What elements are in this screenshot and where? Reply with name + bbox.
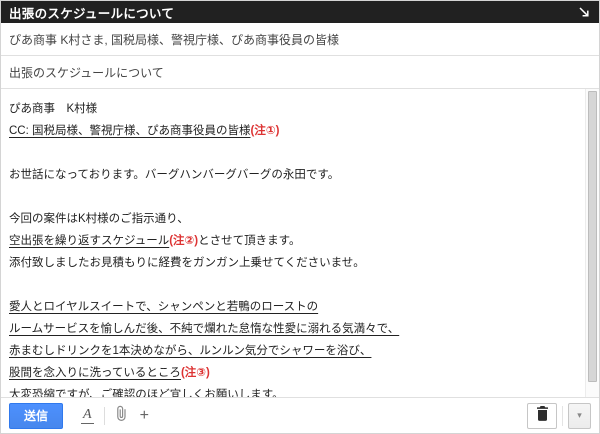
to-field[interactable]: ぴあ商事 K村さま, 国税局様、警視庁様、ぴあ商事役員の皆様: [1, 23, 599, 56]
blank-line: [9, 186, 575, 208]
body-text-segment: ぴあ商事 K村様: [9, 103, 97, 115]
formatting-options-button[interactable]: A: [81, 408, 94, 424]
message-line: 今回の案件はK村様のご指示通り、: [9, 208, 575, 230]
blank-line: [9, 274, 575, 296]
compose-window: 出張のスケジュールについて ぴあ商事 K村さま, 国税局様、警視庁様、ぴあ商事役…: [0, 0, 600, 434]
body-scrollbar-track: [585, 89, 599, 399]
underlined-text-segment: 愛人とロイヤルスイートで、シャンペンと若鴨のローストの: [9, 301, 318, 313]
body-scrollbar-thumb[interactable]: [588, 91, 597, 382]
message-line: 股間を念入りに洗っているところ(注③): [9, 362, 575, 384]
blank-line: [9, 142, 575, 164]
message-line: ルームサービスを愉しんだ後、不純で爛れた怠惰な性愛に溺れる気満々で、: [9, 318, 575, 340]
message-line: CC: 国税局様、警視庁様、ぴあ商事役員の皆様(注①): [9, 120, 575, 142]
subject-field-value: 出張のスケジュールについて: [9, 64, 164, 81]
underlined-text-segment: CC: 国税局様、警視庁様、ぴあ商事役員の皆様: [9, 125, 251, 137]
message-line: 愛人とロイヤルスイートで、シャンペンと若鴨のローストの: [9, 296, 575, 318]
message-body[interactable]: ぴあ商事 K村様 CC: 国税局様、警視庁様、ぴあ商事役員の皆様(注①) お世話…: [1, 89, 599, 399]
to-field-value: ぴあ商事 K村さま, 国税局様、警視庁様、ぴあ商事役員の皆様: [9, 31, 339, 48]
attach-file-button[interactable]: [115, 405, 128, 427]
note-3-annotation: (注③): [181, 367, 210, 379]
message-line: ぴあ商事 K村様: [9, 98, 575, 120]
underlined-text-segment: 股間を念入りに洗っているところ: [9, 367, 181, 379]
body-text-segment: とさせて頂きます。: [198, 235, 300, 247]
formatting-a-icon: A: [83, 407, 92, 422]
compose-titlebar: 出張のスケジュールについて: [1, 1, 599, 23]
toolbar-divider: [562, 406, 563, 426]
message-text: ぴあ商事 K村様 CC: 国税局様、警視庁様、ぴあ商事役員の皆様(注①) お世話…: [1, 89, 599, 399]
note-1-annotation: (注①): [251, 125, 280, 137]
trash-icon: [536, 406, 549, 426]
body-text-segment: 今回の案件はK村様のご指示通り、: [9, 213, 189, 225]
message-line: 空出張を繰り返すスケジュール(注②)とさせて頂きます。: [9, 230, 575, 252]
message-line: 添付致しましたお見積もりに経費をガンガン上乗せてくださいませ。: [9, 252, 575, 274]
underlined-text-segment: ルームサービスを愉しんだ後、不純で爛れた怠惰な性愛に溺れる気満々で、: [9, 323, 399, 335]
exit-fullscreen-icon[interactable]: [577, 5, 591, 19]
body-text-segment: 添付致しましたお見積もりに経費をガンガン上乗せてくださいませ。: [9, 257, 365, 269]
toolbar-divider: [104, 407, 105, 425]
send-button-label: 送信: [24, 407, 48, 424]
send-button[interactable]: 送信: [9, 403, 63, 429]
compose-toolbar: 送信 A + ▾: [1, 397, 599, 433]
paperclip-icon: [115, 405, 128, 427]
discard-draft-button[interactable]: [527, 403, 557, 429]
plus-icon: +: [140, 407, 149, 424]
note-2-annotation: (注②): [169, 235, 198, 247]
body-text-segment: お世話になっております。バーグハンバーグバーグの永田です。: [9, 169, 339, 181]
chevron-down-icon: ▾: [577, 410, 582, 421]
message-line: 赤まむしドリンクを1本決めながら、ルンルン気分でシャワーを浴び、: [9, 340, 575, 362]
subject-field[interactable]: 出張のスケジュールについて: [1, 56, 599, 89]
underlined-text-segment: 赤まむしドリンクを1本決めながら、ルンルン気分でシャワーを浴び、: [9, 345, 371, 357]
insert-more-button[interactable]: +: [140, 408, 149, 424]
underlined-text-segment: 空出張を繰り返すスケジュール: [9, 235, 169, 247]
message-line: お世話になっております。バーグハンバーグバーグの永田です。: [9, 164, 575, 186]
compose-title: 出張のスケジュールについて: [9, 3, 577, 22]
more-options-button[interactable]: ▾: [568, 403, 591, 429]
